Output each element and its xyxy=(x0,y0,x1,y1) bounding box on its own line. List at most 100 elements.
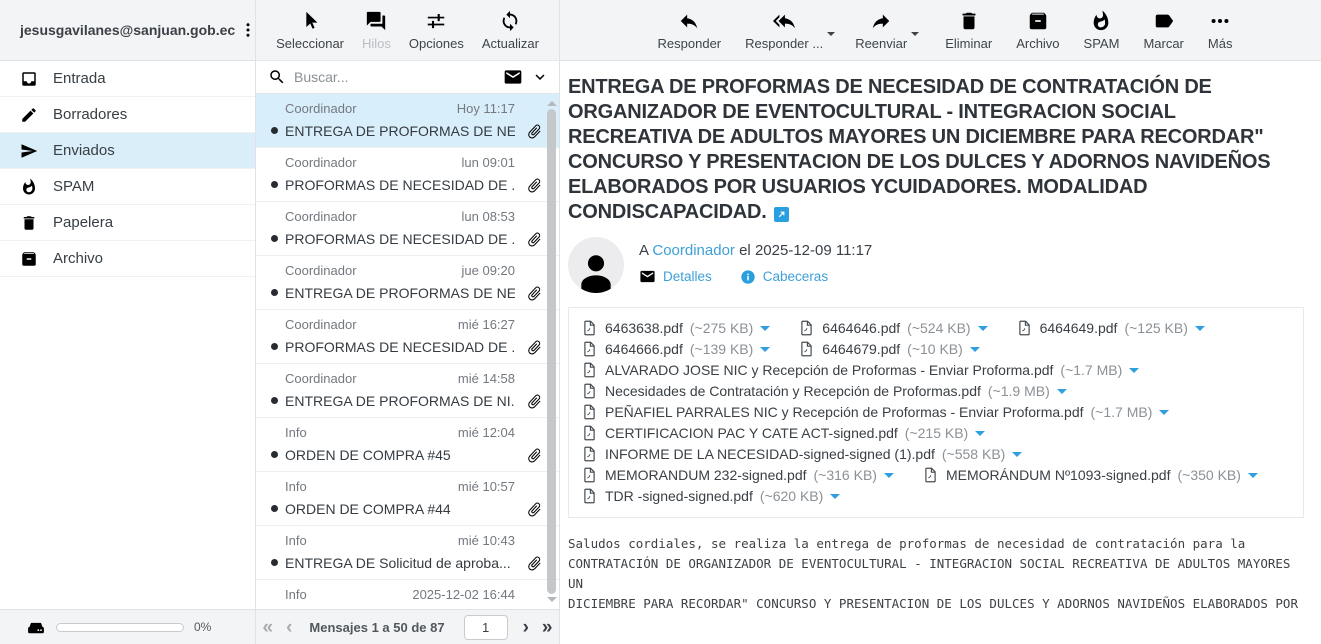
attachment-icon xyxy=(522,389,546,413)
attachment-item[interactable]: PEÑAFIEL PARRALES NIC y Recepción de Pro… xyxy=(581,403,1169,421)
search-options-chevron-icon[interactable] xyxy=(531,68,549,86)
attachment-menu-icon[interactable] xyxy=(1012,452,1022,462)
mark-button[interactable]: Marcar xyxy=(1134,4,1192,57)
forward-button[interactable]: Reenviar xyxy=(846,4,916,57)
attachment-menu-icon[interactable] xyxy=(884,473,894,483)
message-date: jue 09:20 xyxy=(462,263,516,278)
options-button[interactable]: Opciones xyxy=(400,4,473,57)
message-subject: ENTREGA DE PROFORMAS DE NE... xyxy=(285,123,515,139)
sidebar-item-archive[interactable]: Archivo xyxy=(0,241,255,277)
attachment-menu-icon[interactable] xyxy=(978,326,988,336)
message-row[interactable]: Infomié 10:57 ORDEN DE COMPRA #44 xyxy=(256,472,559,526)
attachment-item[interactable]: MEMORÁNDUM Nº1093-signed.pdf(~350 KB) xyxy=(922,466,1258,484)
delete-button[interactable]: Eliminar xyxy=(936,4,1001,57)
sidebar-item-sent[interactable]: Enviados xyxy=(0,133,255,169)
message-date: mié 10:57 xyxy=(458,479,515,494)
attachment-menu-icon[interactable] xyxy=(1129,368,1139,378)
message-row[interactable]: CoordinadorHoy 11:17 ENTREGA DE PROFORMA… xyxy=(256,94,559,148)
attachment-menu-icon[interactable] xyxy=(760,326,770,336)
sidebar-item-drafts[interactable]: Borradores xyxy=(0,97,255,133)
attachment-item[interactable]: 6464649.pdf(~125 KB) xyxy=(1016,319,1205,337)
refresh-label: Actualizar xyxy=(482,36,539,51)
spam-button[interactable]: SPAM xyxy=(1075,4,1129,57)
attachment-item[interactable]: 6463638.pdf(~275 KB) xyxy=(581,319,770,337)
attachment-item[interactable]: MEMORANDUM 232-signed.pdf(~316 KB) xyxy=(581,466,894,484)
message-row[interactable]: Coordinadormié 16:27 PROFORMAS DE NECESI… xyxy=(256,310,559,364)
recipient-link[interactable]: Coordinador xyxy=(652,242,735,259)
page-number-input[interactable] xyxy=(464,615,508,640)
message-date: Hoy 11:17 xyxy=(457,101,515,116)
next-page-button[interactable]: › xyxy=(521,618,531,637)
headers-toggle[interactable]: Cabeceras xyxy=(740,268,828,285)
attachment-menu-icon[interactable] xyxy=(830,494,840,504)
archive-icon xyxy=(20,250,38,268)
more-button[interactable]: Más xyxy=(1199,4,1242,57)
message-subject: ENTREGA DE Solicitud de aproba... xyxy=(285,555,515,571)
threads-label: Hilos xyxy=(362,36,391,51)
search-input[interactable] xyxy=(294,69,495,85)
scroll-down-icon[interactable] xyxy=(547,597,557,607)
attachment-item[interactable]: 6464679.pdf(~10 KB) xyxy=(798,340,980,358)
attachment-item[interactable]: TDR -signed-signed.pdf(~620 KB) xyxy=(581,487,840,505)
attachment-item[interactable]: 6464666.pdf(~139 KB) xyxy=(581,340,770,358)
reply-all-dropdown-icon[interactable] xyxy=(827,32,835,40)
forward-label: Reenviar xyxy=(855,36,907,51)
mail-content: ENTREGA DE PROFORMAS DE NECESIDAD DE CON… xyxy=(560,61,1321,644)
send-icon xyxy=(20,142,38,160)
body-line: CONTRATACIÓN DE ORGANIZADOR DE EVENTOCUL… xyxy=(568,554,1304,594)
sidebar-item-spam[interactable]: SPAM xyxy=(0,169,255,205)
sidebar-item-inbox[interactable]: Entrada xyxy=(0,61,255,97)
attachment-menu-icon[interactable] xyxy=(1248,473,1258,483)
scroll-up-icon[interactable] xyxy=(547,96,557,106)
message-row[interactable]: Coordinadorlun 08:53 PROFORMAS DE NECESI… xyxy=(256,202,559,256)
scrollbar-thumb[interactable] xyxy=(547,109,556,594)
threads-button[interactable]: Hilos xyxy=(353,4,400,57)
sender-lines: A Coordinador el 2025-12-09 11:17 Detall… xyxy=(639,237,872,293)
list-scrollbar[interactable] xyxy=(545,96,558,607)
last-page-button[interactable]: » xyxy=(540,618,555,637)
message-row[interactable]: Coordinadorjue 09:20 ENTREGA DE PROFORMA… xyxy=(256,256,559,310)
refresh-button[interactable]: Actualizar xyxy=(473,4,548,57)
attachment-menu-icon[interactable] xyxy=(970,347,980,357)
options-icon xyxy=(425,10,447,32)
cursor-icon xyxy=(299,10,321,32)
account-email: jesusgavilanes@sanjuan.gob.ec xyxy=(20,22,235,38)
pdf-file-icon xyxy=(581,361,598,379)
attachment-item[interactable]: ALVARADO JOSE NIC y Recepción de Proform… xyxy=(581,361,1139,379)
search-scope-mail-icon[interactable] xyxy=(503,67,523,87)
attachment-item[interactable]: INFORME DE LA NECESIDAD-signed-signed (1… xyxy=(581,445,1022,463)
reply-button[interactable]: Responder xyxy=(649,4,731,57)
unread-dot xyxy=(271,505,278,512)
prev-page-button[interactable]: ‹ xyxy=(284,618,294,637)
open-in-new-window-icon[interactable] xyxy=(774,207,789,222)
message-row[interactable]: Coordinadormié 14:58 ENTREGA DE PROFORMA… xyxy=(256,364,559,418)
forward-dropdown-icon[interactable] xyxy=(911,32,919,40)
attachment-menu-icon[interactable] xyxy=(975,431,985,441)
attachment-menu-icon[interactable] xyxy=(1159,410,1169,420)
spam-label: SPAM xyxy=(1084,36,1120,51)
reply-all-button[interactable]: Responder ... xyxy=(736,4,832,57)
envelope-icon xyxy=(639,268,656,285)
attachment-row: PEÑAFIEL PARRALES NIC y Recepción de Pro… xyxy=(581,403,1291,421)
attachment-item[interactable]: CERTIFICACION PAC Y CATE ACT-signed.pdf(… xyxy=(581,424,985,442)
message-row[interactable]: Info2025-12-02 16:44 xyxy=(256,580,559,609)
folder-sidebar: jesusgavilanes@sanjuan.gob.ec Entrada Bo… xyxy=(0,0,256,644)
archive-button[interactable]: Archivo xyxy=(1007,4,1068,57)
message-row[interactable]: Coordinadorlun 09:01 PROFORMAS DE NECESI… xyxy=(256,148,559,202)
message-row[interactable]: Infomié 10:43 ENTREGA DE Solicitud de ap… xyxy=(256,526,559,580)
attachment-item[interactable]: Necesidades de Contratación y Recepción … xyxy=(581,382,1067,400)
list-toolbar: Seleccionar Hilos Opciones Actualizar xyxy=(256,0,559,61)
first-page-button[interactable]: « xyxy=(261,618,276,637)
attachment-item[interactable]: 6464646.pdf(~524 KB) xyxy=(798,319,987,337)
attachment-menu-icon[interactable] xyxy=(760,347,770,357)
attachment-menu-icon[interactable] xyxy=(1195,326,1205,336)
attachment-menu-icon[interactable] xyxy=(1057,389,1067,399)
details-toggle[interactable]: Detalles xyxy=(639,268,712,285)
message-row[interactable]: Infomié 12:04 ORDEN DE COMPRA #45 xyxy=(256,418,559,472)
select-button[interactable]: Seleccionar xyxy=(267,4,353,57)
avatar xyxy=(568,237,624,293)
sidebar-item-trash[interactable]: Papelera xyxy=(0,205,255,241)
quota-progress xyxy=(56,623,184,632)
message-subject-heading: ENTREGA DE PROFORMAS DE NECESIDAD DE CON… xyxy=(568,75,1304,225)
quota-percent: 0% xyxy=(194,620,211,634)
